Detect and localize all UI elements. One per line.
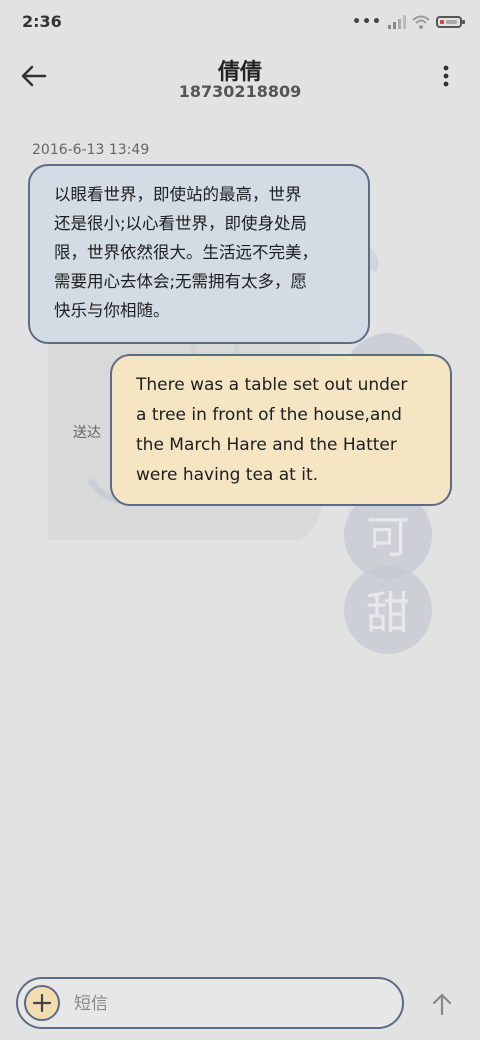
more-vertical-icon: [443, 65, 449, 87]
send-button[interactable]: [424, 986, 460, 1022]
message-input[interactable]: [72, 988, 376, 1020]
plus-icon: [33, 994, 51, 1012]
signal-icon: [388, 15, 406, 29]
outgoing-message-bubble[interactable]: There was a table set out under a tree i…: [110, 354, 452, 506]
delivery-status: 送达: [73, 425, 101, 441]
contact-number: 18730218809: [178, 82, 302, 101]
status-icons: •••: [352, 14, 465, 30]
message-composer: [16, 977, 404, 1029]
status-time: 2:36: [22, 12, 62, 31]
battery-icon: [436, 16, 465, 28]
conversation-header: 倩倩 18730218809: [0, 48, 480, 108]
message-timestamp: 2016-6-13 13:49: [32, 142, 150, 158]
background-char-1: 可: [366, 512, 410, 563]
incoming-message-bubble[interactable]: 以眼看世界，即使站的最高，世界 还是很小;以心看世界，即使身处局 限，世界依然很…: [28, 164, 370, 344]
add-attachment-button[interactable]: [24, 985, 60, 1021]
notification-dots-icon: •••: [352, 14, 382, 30]
arrow-up-icon: [432, 993, 452, 1015]
status-bar: 2:36 •••: [0, 0, 480, 44]
more-options-button[interactable]: [426, 56, 466, 96]
background-char-2: 甜: [366, 588, 410, 639]
wifi-icon: [412, 15, 430, 29]
